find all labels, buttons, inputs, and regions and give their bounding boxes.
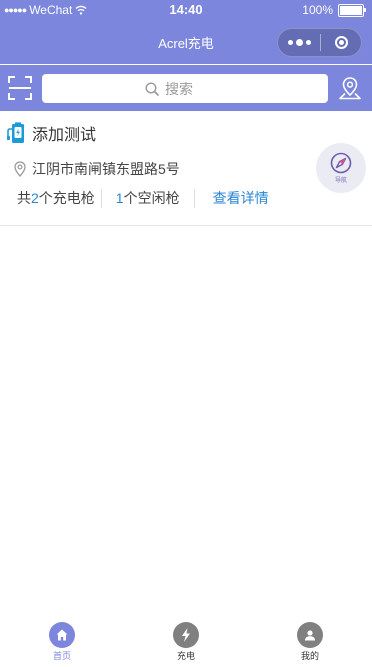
more-dot-icon [305, 40, 311, 45]
map-pin-icon [14, 161, 26, 177]
address-row: 江阴市南闸镇东盟路5号 [14, 159, 180, 179]
stats-divider [193, 188, 195, 208]
charge-icon [173, 622, 199, 648]
header: ●●●●● WeChat 14:40 100% Acrel充电 [0, 0, 372, 64]
battery-level [340, 5, 362, 15]
status-right: 100% [302, 3, 366, 17]
charging-station-icon [7, 122, 24, 143]
close-mini-program-button[interactable] [321, 29, 361, 56]
tab-bar: 首页 充电 我的 [0, 617, 372, 667]
lightning-icon [182, 628, 190, 642]
idle-guns-suffix: 个空闲枪 [123, 190, 180, 206]
scan-icon [8, 76, 32, 100]
tab-label: 我的 [300, 651, 319, 661]
tab-charge[interactable]: 充电 [124, 617, 248, 667]
search-input[interactable] [165, 80, 225, 97]
more-button[interactable] [278, 29, 320, 56]
more-dot-icon [295, 39, 303, 46]
idle-guns-count: 1 [115, 190, 124, 206]
tab-label: 首页 [52, 651, 71, 661]
navigate-label: 导航 [334, 178, 347, 184]
compass-icon [330, 152, 352, 174]
view-details-link[interactable]: 查看详情 [213, 188, 269, 208]
station-address: 江阴市南闸镇东盟路5号 [32, 161, 180, 177]
total-guns-suffix: 个充电枪 [38, 190, 95, 206]
stats-divider [100, 188, 102, 208]
search-box[interactable] [42, 74, 328, 103]
total-guns-prefix: 共 [17, 190, 31, 206]
search-icon [145, 81, 159, 96]
station-name: 添加测试 [32, 127, 97, 144]
more-dot-icon [287, 40, 293, 45]
home-glyph-icon [56, 629, 68, 641]
home-icon [49, 622, 75, 648]
battery-percent: 100% [302, 3, 333, 17]
target-icon [334, 36, 348, 49]
search-bar [0, 65, 372, 111]
stats-row: 共 2 个充电枪 1 个空闲枪 查看详情 [17, 188, 269, 208]
user-icon [305, 630, 315, 641]
battery-icon [338, 3, 366, 17]
location-button[interactable] [338, 76, 362, 100]
station-title-row: 添加测试 [7, 121, 96, 145]
status-bar: ●●●●● WeChat 14:40 100% [0, 0, 372, 20]
scan-button[interactable] [8, 76, 32, 100]
profile-icon [297, 622, 323, 648]
total-guns-count: 2 [31, 190, 39, 206]
mini-program-capsule [277, 28, 362, 57]
tab-home[interactable]: 首页 [0, 617, 124, 667]
tab-label: 充电 [176, 651, 195, 661]
station-card[interactable]: 添加测试 江阴市南闸镇东盟路5号 共 2 个充电枪 1 个空闲枪 查看详情 导航 [0, 111, 372, 226]
tab-profile[interactable]: 我的 [248, 617, 372, 667]
location-pin-icon [339, 77, 361, 100]
navigate-button[interactable]: 导航 [316, 143, 366, 193]
